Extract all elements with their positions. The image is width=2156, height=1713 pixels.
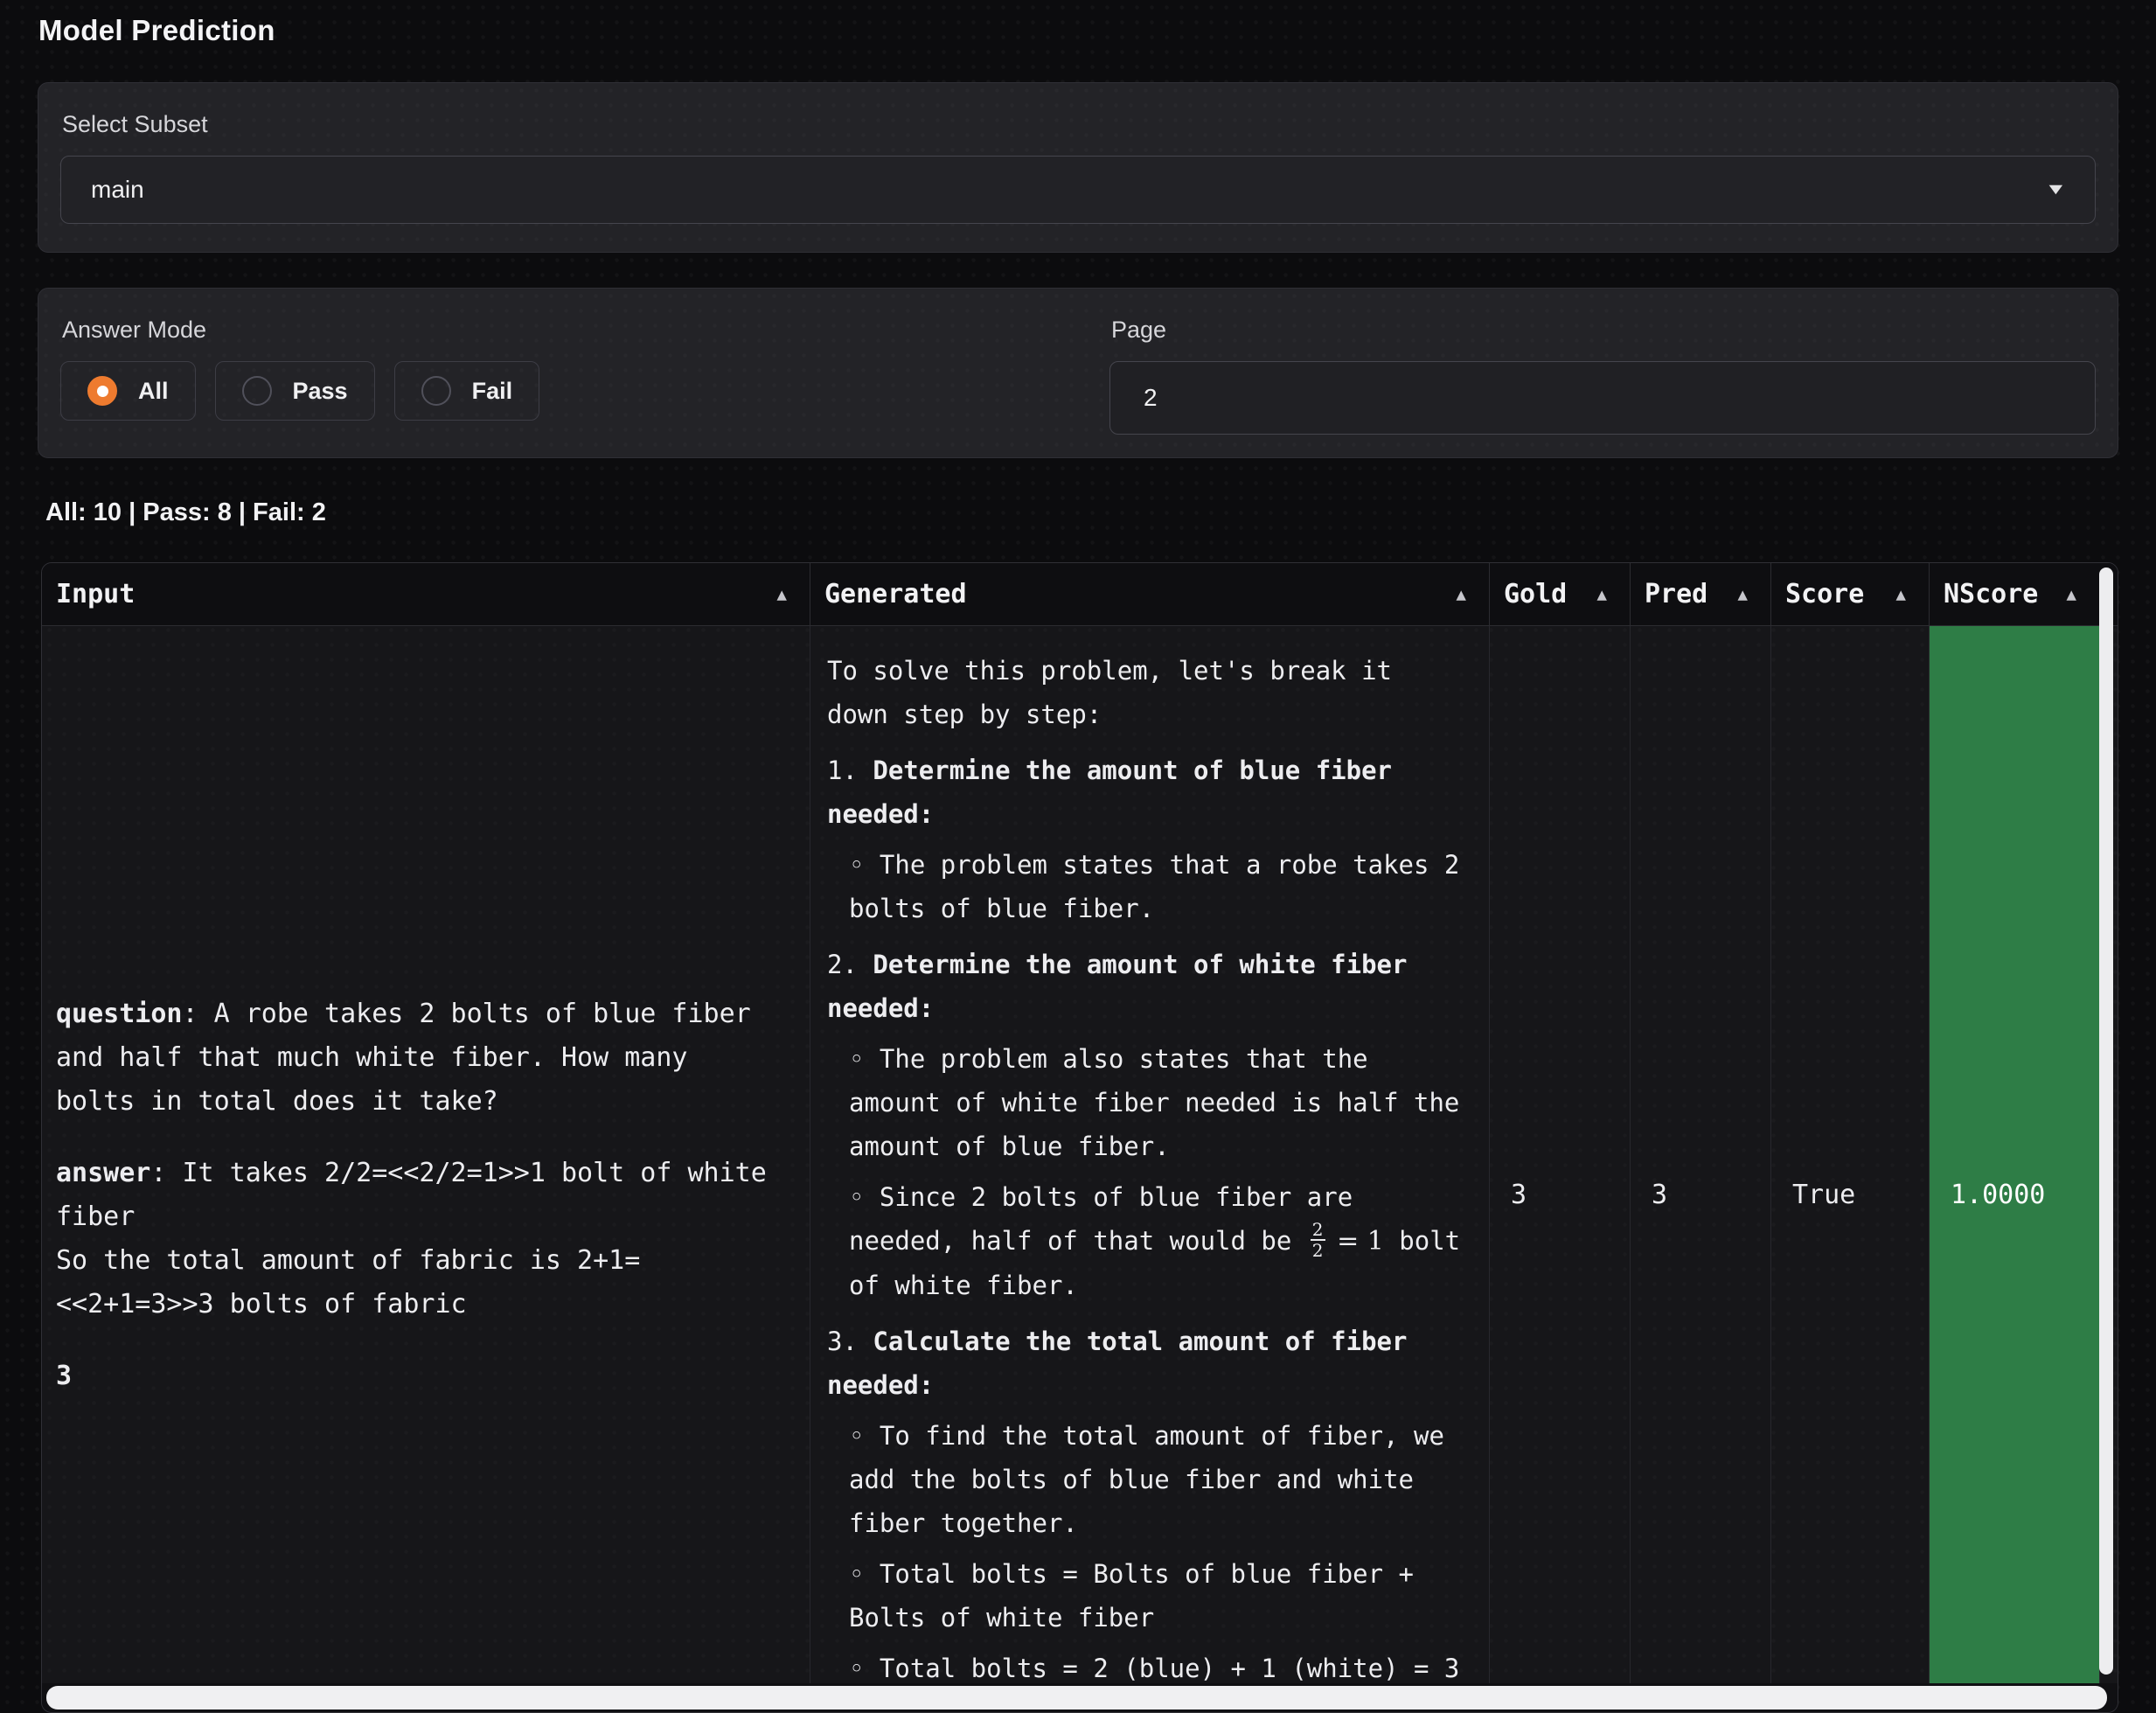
generated-bullet-item: ◦ Since 2 bolts of blue fiber are needed… (827, 1175, 1463, 1307)
page-input-value: 2 (1144, 384, 1158, 412)
fraction: 22 (1311, 1220, 1325, 1260)
math-text: = 1 (1329, 1226, 1384, 1257)
generated-intro: To solve this problem, let's break it do… (827, 649, 1463, 736)
subset-panel: Select Subset main ▼ (38, 82, 2118, 253)
generated-step-heading: 3. Calculate the total amount of fiber n… (827, 1320, 1463, 1407)
subset-dropdown[interactable]: main ▼ (60, 156, 2096, 224)
input-paragraph: answer: It takes 2/2=<<2/2=1>>1 bolt of … (56, 1152, 772, 1327)
sort-asc-icon: ▲ (777, 585, 787, 604)
sort-asc-icon: ▲ (1738, 585, 1748, 604)
generated-bullet-item: ◦ To find the total amount of fiber, we … (827, 1414, 1463, 1545)
generated-step: 2. Determine the amount of white fiber n… (827, 943, 1463, 1307)
model-prediction-page: Model Prediction Select Subset main ▼ An… (0, 0, 2156, 1713)
bullet-icon: ◦ (849, 1559, 880, 1589)
horizontal-scrollbar-thumb[interactable] (46, 1686, 2107, 1710)
column-header-pred[interactable]: Pred ▲ (1630, 563, 1770, 625)
column-header-input[interactable]: Input ▲ (42, 563, 810, 625)
input-cell: question: A robe takes 2 bolts of blue f… (42, 626, 810, 1686)
column-header-score[interactable]: Score ▲ (1770, 563, 1929, 625)
radio-unchecked-icon (242, 376, 272, 406)
subset-label: Select Subset (62, 111, 2096, 138)
results-table: Input▲Generated▲Gold▲Pred▲Score▲NScore▲ … (41, 562, 2118, 1713)
table-header-row: Input ▲ Generated ▲ Gold ▲ Pred ▲ Score ▲ NScore ▲ (42, 563, 2118, 626)
generated-bullet-item: ◦ Total bolts = 2 (blue) + 1 (white) = 3… (827, 1647, 1463, 1686)
column-header-label: Gold (1504, 579, 1567, 609)
sort-asc-icon: ▲ (1457, 585, 1466, 604)
pred-cell: 3 (1630, 626, 1770, 1686)
radio-unchecked-icon (421, 376, 451, 406)
radio-option-label: Fail (472, 378, 513, 405)
nscore-cell: 1.0000 (1929, 626, 2099, 1686)
generated-cell: To solve this problem, let's break it do… (810, 626, 1489, 1686)
radio-checked-icon (87, 376, 117, 406)
radio-option-label: All (138, 378, 169, 405)
input-paragraph: 3 (56, 1354, 772, 1398)
generated-step-heading: 2. Determine the amount of white fiber n… (827, 943, 1463, 1030)
generated-step-heading: 1. Determine the amount of blue fiber ne… (827, 749, 1463, 836)
column-header-label: Generated (824, 579, 967, 609)
input-paragraph: question: A robe takes 2 bolts of blue f… (56, 992, 772, 1124)
generated-bullet-item: ◦ The problem states that a robe takes 2… (827, 843, 1463, 930)
column-header-gold[interactable]: Gold ▲ (1489, 563, 1630, 625)
sort-asc-icon: ▲ (2067, 585, 2076, 604)
page-title: Model Prediction (0, 0, 2156, 47)
answer-mode-label: Answer Mode (62, 317, 1109, 344)
answer-mode-option-all[interactable]: All (60, 361, 196, 421)
radio-option-label: Pass (293, 378, 348, 405)
answer-mode-option-fail[interactable]: Fail (394, 361, 540, 421)
page-group: Page 2 (1109, 317, 2096, 457)
generated-step: 3. Calculate the total amount of fiber n… (827, 1320, 1463, 1686)
table-row: question: A robe takes 2 bolts of blue f… (42, 626, 2118, 1686)
generated-bullet-item: ◦ Total bolts = Bolts of blue fiber + Bo… (827, 1552, 1463, 1640)
score-cell: True (1770, 626, 1929, 1686)
answer-mode-option-pass[interactable]: Pass (215, 361, 375, 421)
table-body: question: A robe takes 2 bolts of blue f… (42, 626, 2118, 1686)
summary-line: All: 10 | Pass: 8 | Fail: 2 (45, 498, 2156, 527)
horizontal-scrollbar[interactable] (42, 1683, 2118, 1712)
vertical-scrollbar-thumb[interactable] (2099, 568, 2113, 1675)
page-input[interactable]: 2 (1109, 361, 2096, 435)
subset-selected-value: main (91, 176, 144, 204)
page-label: Page (1111, 317, 2096, 344)
answer-mode-radio-group: All Pass Fail (60, 361, 1109, 421)
gold-cell: 3 (1489, 626, 1630, 1686)
column-header-generated[interactable]: Generated ▲ (810, 563, 1489, 625)
generated-step: 1. Determine the amount of blue fiber ne… (827, 749, 1463, 930)
column-header-label: Pred (1645, 579, 1707, 609)
generated-bullet-item: ◦ The problem also states that the amoun… (827, 1037, 1463, 1168)
answer-mode-group: Answer Mode All Pass Fail (60, 317, 1109, 457)
bullet-icon: ◦ (849, 850, 880, 880)
sort-asc-icon: ▲ (1597, 585, 1607, 604)
bullet-icon: ◦ (849, 1421, 880, 1451)
column-header-label: Input (56, 579, 135, 609)
vertical-scrollbar[interactable] (2097, 568, 2116, 1675)
sort-asc-icon: ▲ (1896, 585, 1906, 604)
chevron-down-icon: ▼ (2045, 181, 2068, 198)
bullet-icon: ◦ (849, 1044, 880, 1074)
column-header-nscore[interactable]: NScore ▲ (1929, 563, 2099, 625)
controls-panel: Answer Mode All Pass Fail Page 2 (38, 288, 2118, 458)
column-header-label: NScore (1944, 579, 2038, 609)
bullet-icon: ◦ (849, 1182, 880, 1212)
column-header-label: Score (1785, 579, 1864, 609)
bullet-icon: ◦ (849, 1654, 880, 1683)
